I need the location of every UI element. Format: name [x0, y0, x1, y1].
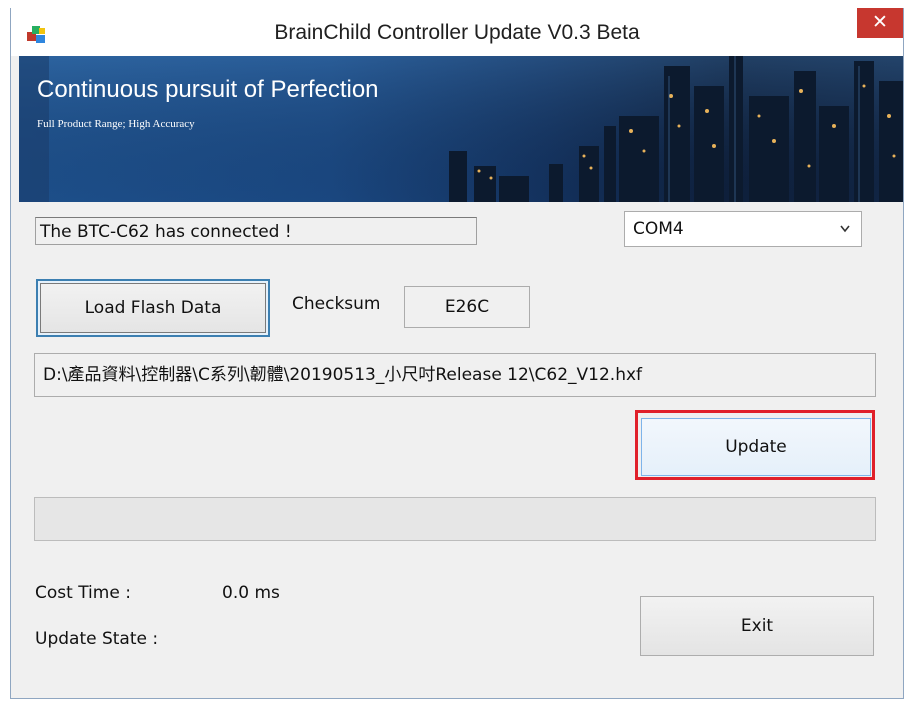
progress-bar	[34, 497, 876, 541]
cost-time-value: 0.0 ms	[222, 583, 280, 603]
close-icon: ✕	[872, 11, 888, 33]
checksum-label: Checksum	[292, 294, 381, 314]
cost-time-label: Cost Time :	[35, 583, 131, 603]
banner-title: Continuous pursuit of Perfection	[37, 76, 379, 103]
title-bar[interactable]: BrainChild Controller Update V0.3 Beta ✕	[11, 8, 903, 56]
chevron-down-icon	[839, 212, 851, 259]
banner: Continuous pursuit of Perfection Full Pr…	[19, 56, 903, 202]
file-path-field[interactable]: D:\產品資料\控制器\C系列\韌體\20190513_小尺吋Release 1…	[34, 353, 876, 397]
com-port-select[interactable]: COM4	[624, 211, 862, 247]
banner-subtitle: Full Product Range; High Accuracy	[37, 118, 195, 130]
update-state-label: Update State :	[35, 629, 159, 649]
update-button[interactable]: Update	[641, 418, 871, 476]
checksum-value: E26C	[404, 286, 530, 328]
window-title: BrainChild Controller Update V0.3 Beta	[274, 21, 640, 44]
exit-button[interactable]: Exit	[640, 596, 874, 656]
close-button[interactable]: ✕	[857, 8, 903, 38]
connection-status-field: The BTC-C62 has connected !	[35, 217, 477, 245]
load-flash-data-button[interactable]: Load Flash Data	[36, 279, 270, 337]
com-port-value: COM4	[633, 219, 684, 239]
